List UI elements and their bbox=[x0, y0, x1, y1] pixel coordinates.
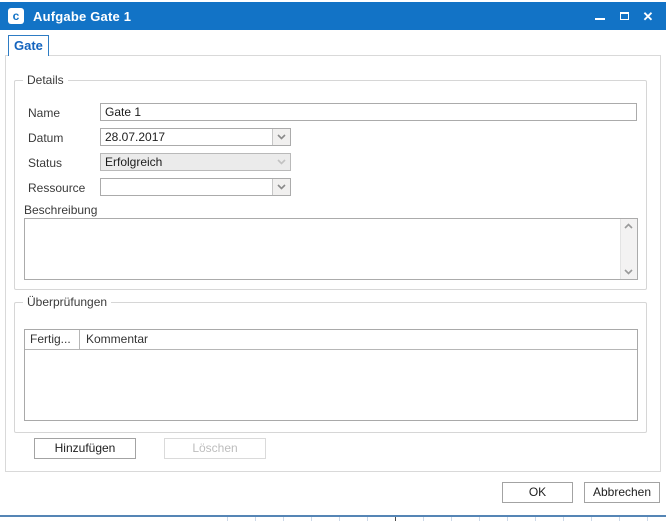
ok-button[interactable]: OK bbox=[502, 482, 573, 503]
name-label: Name bbox=[28, 104, 60, 122]
checks-table[interactable]: Fertig... Kommentar bbox=[24, 329, 638, 421]
column-header-kommentar[interactable]: Kommentar bbox=[80, 330, 637, 349]
background-window-edge bbox=[200, 517, 666, 521]
status-value: Erfolgreich bbox=[105, 154, 272, 170]
ressource-dropdown-button[interactable] bbox=[272, 179, 290, 195]
checks-group: Überprüfungen Fertig... Kommentar bbox=[14, 302, 647, 433]
scroll-up-icon[interactable] bbox=[624, 223, 633, 229]
details-group-label: Details bbox=[23, 74, 68, 87]
status-combobox: Erfolgreich bbox=[100, 153, 291, 171]
background-window-edge bbox=[395, 517, 396, 521]
maximize-button[interactable] bbox=[612, 4, 636, 28]
datum-combobox[interactable]: 28.07.2017 bbox=[100, 128, 291, 146]
beschreibung-textarea[interactable] bbox=[24, 218, 638, 280]
close-button[interactable]: ✕ bbox=[636, 4, 660, 28]
chevron-down-icon bbox=[277, 184, 286, 190]
column-header-fertig[interactable]: Fertig... bbox=[25, 330, 80, 349]
window-title: Aufgabe Gate 1 bbox=[33, 9, 131, 24]
tab-gate[interactable]: Gate bbox=[8, 35, 49, 56]
datum-label: Datum bbox=[28, 129, 63, 147]
title-bar[interactable]: c Aufgabe Gate 1 bbox=[0, 2, 666, 30]
ressource-value bbox=[105, 179, 272, 195]
maximize-icon bbox=[620, 12, 629, 20]
minimize-button[interactable] bbox=[588, 4, 612, 28]
details-group: Details Name Datum 28.07.2017 Status Erf… bbox=[14, 80, 647, 290]
minimize-icon bbox=[595, 18, 605, 20]
checks-table-body[interactable] bbox=[25, 350, 637, 420]
app-icon: c bbox=[8, 8, 24, 24]
beschreibung-text bbox=[28, 221, 617, 277]
cancel-button[interactable]: Abbrechen bbox=[584, 482, 660, 503]
ressource-combobox[interactable] bbox=[100, 178, 291, 196]
window-controls: ✕ bbox=[588, 2, 660, 30]
datum-dropdown-button[interactable] bbox=[272, 129, 290, 145]
name-input[interactable] bbox=[100, 103, 637, 121]
checks-group-label: Überprüfungen bbox=[23, 296, 111, 309]
textarea-scrollbar[interactable] bbox=[620, 219, 637, 279]
datum-value: 28.07.2017 bbox=[105, 129, 272, 145]
beschreibung-label: Beschreibung bbox=[24, 201, 97, 219]
status-dropdown-button bbox=[273, 154, 290, 170]
tab-page: Details Name Datum 28.07.2017 Status Erf… bbox=[5, 55, 661, 472]
scroll-down-icon[interactable] bbox=[624, 269, 633, 275]
ressource-label: Ressource bbox=[28, 179, 85, 197]
add-button[interactable]: Hinzufügen bbox=[34, 438, 136, 459]
checks-table-header: Fertig... Kommentar bbox=[25, 330, 637, 350]
chevron-down-icon bbox=[277, 134, 286, 140]
dialog-window: c Aufgabe Gate 1 ✕ Gate Details Name Dat… bbox=[0, 0, 666, 521]
status-label: Status bbox=[28, 154, 62, 172]
delete-button: Löschen bbox=[164, 438, 266, 459]
chevron-down-icon bbox=[277, 159, 286, 165]
close-icon: ✕ bbox=[643, 10, 654, 23]
